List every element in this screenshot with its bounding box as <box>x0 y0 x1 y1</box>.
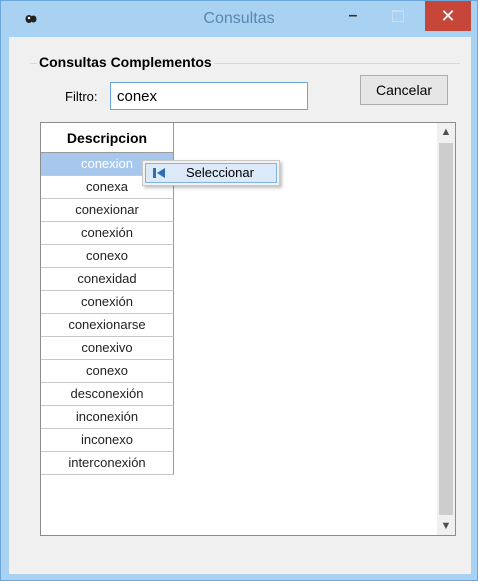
menu-item-label: Seleccionar <box>186 165 254 180</box>
table-row[interactable]: conexionarse <box>41 314 174 337</box>
table-row[interactable]: conexión <box>41 291 174 314</box>
table-row[interactable]: conexivo <box>41 337 174 360</box>
table-row[interactable]: desconexión <box>41 383 174 406</box>
scroll-down-icon[interactable]: ▼ <box>437 517 455 535</box>
scroll-up-icon[interactable]: ▲ <box>437 123 455 141</box>
table-row[interactable]: conexo <box>41 360 174 383</box>
table-row[interactable]: conexo <box>41 245 174 268</box>
context-menu: Seleccionar <box>142 160 280 186</box>
title-bar[interactable]: Consultas – ✕ <box>1 1 477 37</box>
table-row[interactable]: interconexión <box>41 452 174 475</box>
vertical-scrollbar[interactable]: ▲ ▼ <box>437 123 455 535</box>
menu-item-seleccionar[interactable]: Seleccionar <box>145 163 277 183</box>
table-row[interactable]: conexionar <box>41 199 174 222</box>
maximize-button[interactable] <box>376 1 420 31</box>
close-button[interactable]: ✕ <box>425 1 471 31</box>
grid-rows: conexion conexa conexionar conexión conexo co… <box>41 153 174 475</box>
table-row[interactable]: inconexo <box>41 429 174 452</box>
filter-label: Filtro: <box>65 89 98 104</box>
scroll-thumb[interactable] <box>439 143 453 515</box>
column-header-descripcion[interactable]: Descripcion <box>41 123 174 153</box>
group-title: Consultas Complementos <box>37 54 214 70</box>
cancel-button[interactable]: Cancelar <box>360 75 448 105</box>
table-row[interactable]: inconexión <box>41 406 174 429</box>
table-row[interactable]: conexión <box>41 222 174 245</box>
filter-input[interactable] <box>110 82 308 110</box>
select-first-icon <box>153 168 165 178</box>
minimize-button[interactable]: – <box>331 1 375 31</box>
table-row[interactable]: conexidad <box>41 268 174 291</box>
maximize-icon <box>392 9 404 22</box>
